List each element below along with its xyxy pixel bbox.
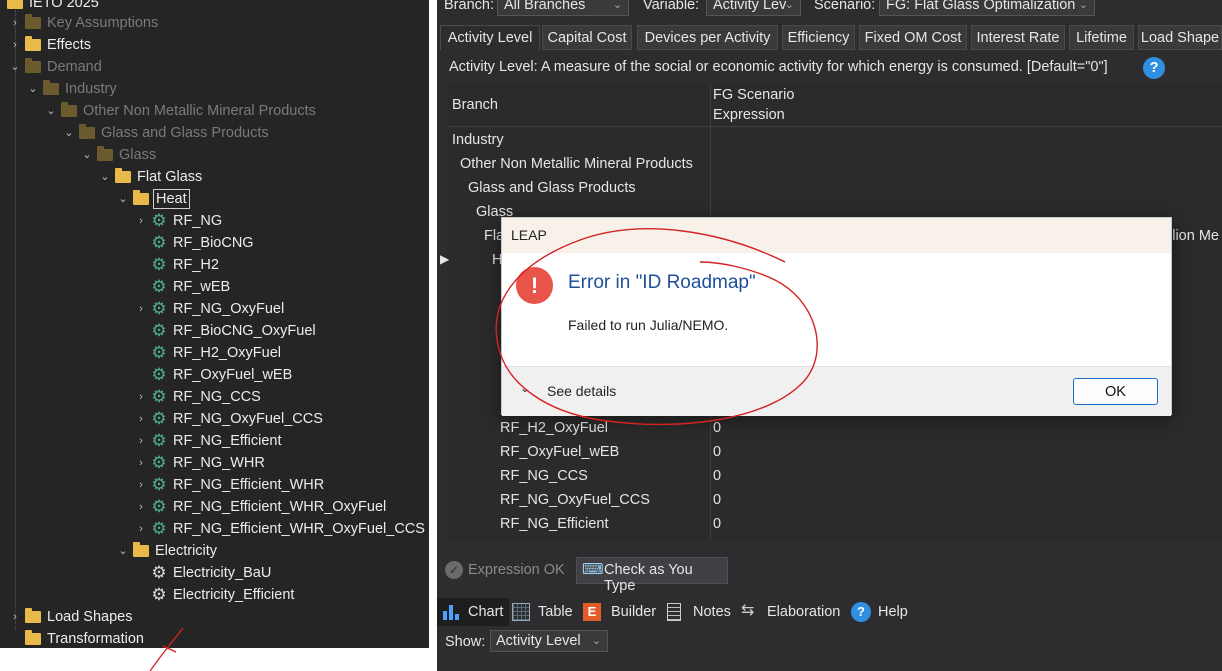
annotation-circle (495, 228, 818, 426)
annotation-layer (149, 228, 818, 671)
annotation-stroke (149, 627, 184, 671)
